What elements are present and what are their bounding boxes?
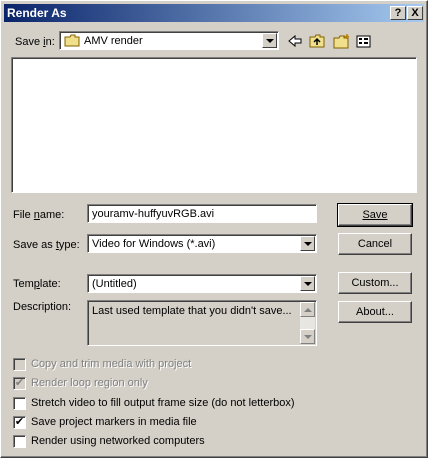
description-box: Last used template that you didn't save.… xyxy=(87,300,317,346)
cancel-button[interactable]: Cancel xyxy=(338,233,412,255)
copy-trim-label: Copy and trim media with project xyxy=(31,358,192,370)
render-as-dialog: Render As ? X Save in: AMV render File n… xyxy=(0,0,428,458)
save-markers-label: Save project markers in media file xyxy=(31,416,197,428)
file-name-label: File name: xyxy=(13,209,65,221)
file-name-input[interactable]: youramv-huffyuvRGB.avi xyxy=(87,204,317,223)
about-button-label: About... xyxy=(356,306,394,318)
template-value: (Untitled) xyxy=(92,278,137,290)
cancel-button-label: Cancel xyxy=(357,238,393,250)
custom-button[interactable]: Custom... xyxy=(338,272,412,294)
chevron-down-icon[interactable] xyxy=(262,33,277,48)
save-button-label: Save xyxy=(362,209,388,221)
description-text: Last used template that you didn't save.… xyxy=(92,305,292,317)
checkbox-box[interactable] xyxy=(13,397,26,410)
chevron-down-icon[interactable] xyxy=(300,276,315,291)
save-in-dropdown[interactable]: AMV render xyxy=(59,31,279,50)
folder-icon xyxy=(64,34,80,47)
title-bar[interactable]: Render As ? X xyxy=(4,4,424,22)
save-in-label: Save in: xyxy=(15,36,55,48)
save-as-type-dropdown[interactable]: Video for Windows (*.avi) xyxy=(87,234,317,253)
description-scrollbar[interactable] xyxy=(300,302,315,344)
file-name-value: youramv-huffyuvRGB.avi xyxy=(92,208,215,220)
back-arrow-icon[interactable] xyxy=(287,33,303,49)
checkbox-box[interactable] xyxy=(13,435,26,448)
networked-render-label: Render using networked computers xyxy=(31,435,205,447)
template-label: Template: xyxy=(13,278,61,290)
views-menu-icon[interactable] xyxy=(356,33,372,49)
about-button[interactable]: About... xyxy=(338,301,412,323)
close-button[interactable]: X xyxy=(407,6,423,20)
description-label: Description: xyxy=(13,301,72,313)
checkbox-box[interactable]: ✔ xyxy=(13,416,26,429)
checkbox-box[interactable]: ✔ xyxy=(13,377,26,390)
window-title: Render As xyxy=(7,6,67,20)
help-button[interactable]: ? xyxy=(390,6,406,20)
save-as-type-label: Save as type: xyxy=(13,239,80,251)
save-button[interactable]: Save xyxy=(337,203,413,227)
render-loop-label: Render loop region only xyxy=(31,377,148,389)
scroll-up-icon[interactable] xyxy=(300,302,315,317)
stretch-video-label: Stretch video to fill output frame size … xyxy=(31,397,295,409)
up-folder-icon[interactable] xyxy=(309,33,325,49)
scroll-down-icon[interactable] xyxy=(300,329,315,344)
save-in-value: AMV render xyxy=(84,35,143,47)
new-folder-icon[interactable] xyxy=(333,33,349,49)
custom-button-label: Custom... xyxy=(351,277,399,289)
file-list[interactable] xyxy=(11,57,417,193)
template-dropdown[interactable]: (Untitled) xyxy=(87,274,317,293)
save-as-type-value: Video for Windows (*.avi) xyxy=(92,238,216,250)
checkbox-box[interactable] xyxy=(13,358,26,371)
chevron-down-icon[interactable] xyxy=(300,236,315,251)
